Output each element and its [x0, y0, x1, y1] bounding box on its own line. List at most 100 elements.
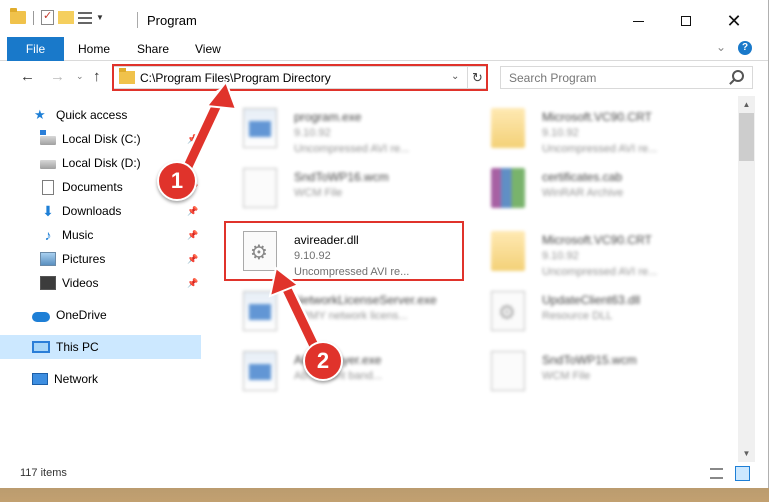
maximize-icon: [681, 16, 691, 26]
maximize-button[interactable]: [663, 8, 709, 34]
file-item[interactable]: NetworkLicenseServer.exe ARMY network li…: [224, 281, 464, 341]
forward-arrow-icon[interactable]: →: [50, 68, 65, 85]
file-item[interactable]: SndToWP16.wcm WCM File: [224, 158, 464, 218]
sidebar-item-local-disk-c[interactable]: Local Disk (C:) 📌: [0, 127, 201, 151]
refresh-button[interactable]: ↻: [468, 66, 488, 89]
file-description: Uncompressed AVI re...: [542, 266, 658, 278]
sidebar-item-videos[interactable]: Videos 📌: [0, 271, 201, 295]
file-name: UpdateClient63.dll: [542, 293, 641, 307]
recent-locations-icon[interactable]: ⌄: [76, 71, 84, 82]
sidebar-item-music[interactable]: ♪ Music 📌: [0, 223, 201, 247]
rar-icon: [491, 168, 525, 208]
file-type: WinRAR Archive: [542, 187, 624, 199]
sidebar-item-label: OneDrive: [56, 308, 107, 322]
refresh-icon: ↻: [472, 70, 483, 85]
file-item[interactable]: certificates.cab WinRAR Archive: [472, 158, 712, 218]
folder-icon: [10, 8, 26, 24]
expand-ribbon-icon[interactable]: ⌄: [716, 40, 726, 54]
folder-icon: [119, 68, 135, 84]
file-version: 9.10.92: [542, 127, 579, 139]
document-icon: [42, 179, 54, 195]
address-path[interactable]: C:\Program Files\Program Directory: [140, 71, 331, 85]
dll-icon: [491, 291, 525, 331]
file-item-avireader-dll[interactable]: avireader.dll 9.10.92 Uncompressed AVI r…: [224, 221, 464, 281]
tab-file[interactable]: File: [7, 37, 64, 61]
sidebar-item-network[interactable]: Network: [0, 367, 201, 391]
music-icon: ♪: [44, 227, 52, 243]
ribbon-tabs: File Home Share View ⌄ ?: [0, 37, 768, 61]
up-arrow-icon[interactable]: ↑: [93, 68, 101, 85]
properties-icon[interactable]: [41, 9, 54, 25]
pin-icon[interactable]: 📌: [187, 278, 198, 288]
sidebar-item-label: Network: [54, 372, 99, 386]
search-box[interactable]: Search Program: [500, 66, 753, 89]
pin-icon[interactable]: 📌: [187, 134, 198, 144]
sidebar-item-this-pc[interactable]: This PC: [0, 335, 201, 359]
folder-icon: [491, 108, 525, 148]
file-item[interactable]: Microsoft.VC90.CRT 9.10.92 Uncompressed …: [472, 98, 712, 158]
file-icon: [491, 351, 525, 391]
sidebar-item-label: Local Disk (D:): [62, 156, 141, 170]
pin-icon[interactable]: 📌: [187, 206, 198, 216]
download-icon: ⬇: [42, 203, 54, 219]
file-description: Uncompressed AVI re...: [542, 143, 658, 155]
back-arrow-icon[interactable]: ←: [20, 68, 35, 85]
folder-icon: [491, 231, 525, 271]
tab-view[interactable]: View: [195, 37, 221, 61]
tab-share[interactable]: Share: [137, 37, 169, 61]
file-name: SndToWP15.wcm: [542, 353, 637, 367]
address-bar[interactable]: C:\Program Files\Program Directory ⌄: [112, 66, 468, 89]
file-item[interactable]: program.exe 9.10.92 Uncompressed AVI re.…: [224, 98, 464, 158]
explorer-window: ▼ Program ✕ File Home Share View ⌄ ? ← →…: [0, 0, 769, 488]
scrollbar-thumb[interactable]: [739, 113, 754, 161]
tab-home[interactable]: Home: [78, 37, 110, 61]
exe-icon: [243, 291, 277, 331]
file-item[interactable]: Microsoft.VC90.CRT 9.10.92 Uncompressed …: [472, 221, 712, 281]
file-name: Microsoft.VC90.CRT: [542, 233, 652, 247]
star-icon: ★: [34, 107, 46, 122]
exe-icon: [243, 108, 277, 148]
new-folder-icon[interactable]: [58, 11, 74, 24]
sidebar-item-label: Local Disk (C:): [62, 132, 141, 146]
file-name: Microsoft.VC90.CRT: [542, 110, 652, 124]
sidebar-item-label: Downloads: [62, 204, 122, 218]
title-divider: [137, 12, 138, 28]
file-name: program.exe: [294, 110, 362, 124]
sidebar-item-onedrive[interactable]: OneDrive: [0, 303, 201, 327]
file-item[interactable]: SndToWP15.wcm WCM File: [472, 341, 712, 401]
file-type: WCM File: [294, 187, 343, 199]
file-icon: [243, 168, 277, 208]
video-icon: [40, 276, 56, 290]
vertical-scrollbar[interactable]: ▲ ▼: [738, 96, 755, 462]
address-dropdown-icon[interactable]: ⌄: [451, 71, 459, 82]
title-bar: ▼ Program ✕: [0, 0, 768, 40]
step-badge-2: 2: [303, 341, 343, 381]
file-version: 9.10.92: [294, 250, 331, 262]
sidebar-item-quick-access[interactable]: ★ Quick access: [0, 103, 201, 127]
file-list: program.exe 9.10.92 Uncompressed AVI re.…: [206, 96, 738, 462]
customize-toolbar-icon[interactable]: ▼: [96, 13, 104, 22]
large-icons-view-icon[interactable]: [735, 466, 750, 481]
close-button[interactable]: ✕: [711, 8, 757, 34]
file-version: 9.10.92: [294, 127, 331, 139]
scroll-up-icon[interactable]: ▲: [738, 96, 755, 113]
scroll-down-icon[interactable]: ▼: [738, 445, 755, 462]
sidebar-item-label: This PC: [56, 340, 99, 354]
minimize-button[interactable]: [615, 8, 661, 34]
search-input[interactable]: Search Program: [509, 71, 596, 85]
quick-access-toolbar: ▼: [10, 8, 104, 25]
file-name: avireader.dll: [294, 233, 359, 247]
pin-icon[interactable]: 📌: [187, 230, 198, 240]
file-item[interactable]: AboutPlayer.exe Ab... client band...: [224, 341, 464, 401]
pin-icon[interactable]: 📌: [187, 254, 198, 264]
file-item[interactable]: UpdateClient63.dll Resource DLL: [472, 281, 712, 341]
sidebar-item-downloads[interactable]: ⬇ Downloads 📌: [0, 199, 201, 223]
computer-icon: [32, 341, 50, 353]
search-icon: [732, 70, 744, 82]
views-icon[interactable]: [78, 11, 92, 24]
navigation-pane: ★ Quick access Local Disk (C:) 📌 Local D…: [0, 100, 205, 460]
dll-icon: [243, 231, 277, 271]
details-view-icon[interactable]: [710, 468, 723, 479]
sidebar-item-pictures[interactable]: Pictures 📌: [0, 247, 201, 271]
help-icon[interactable]: ?: [738, 41, 752, 55]
